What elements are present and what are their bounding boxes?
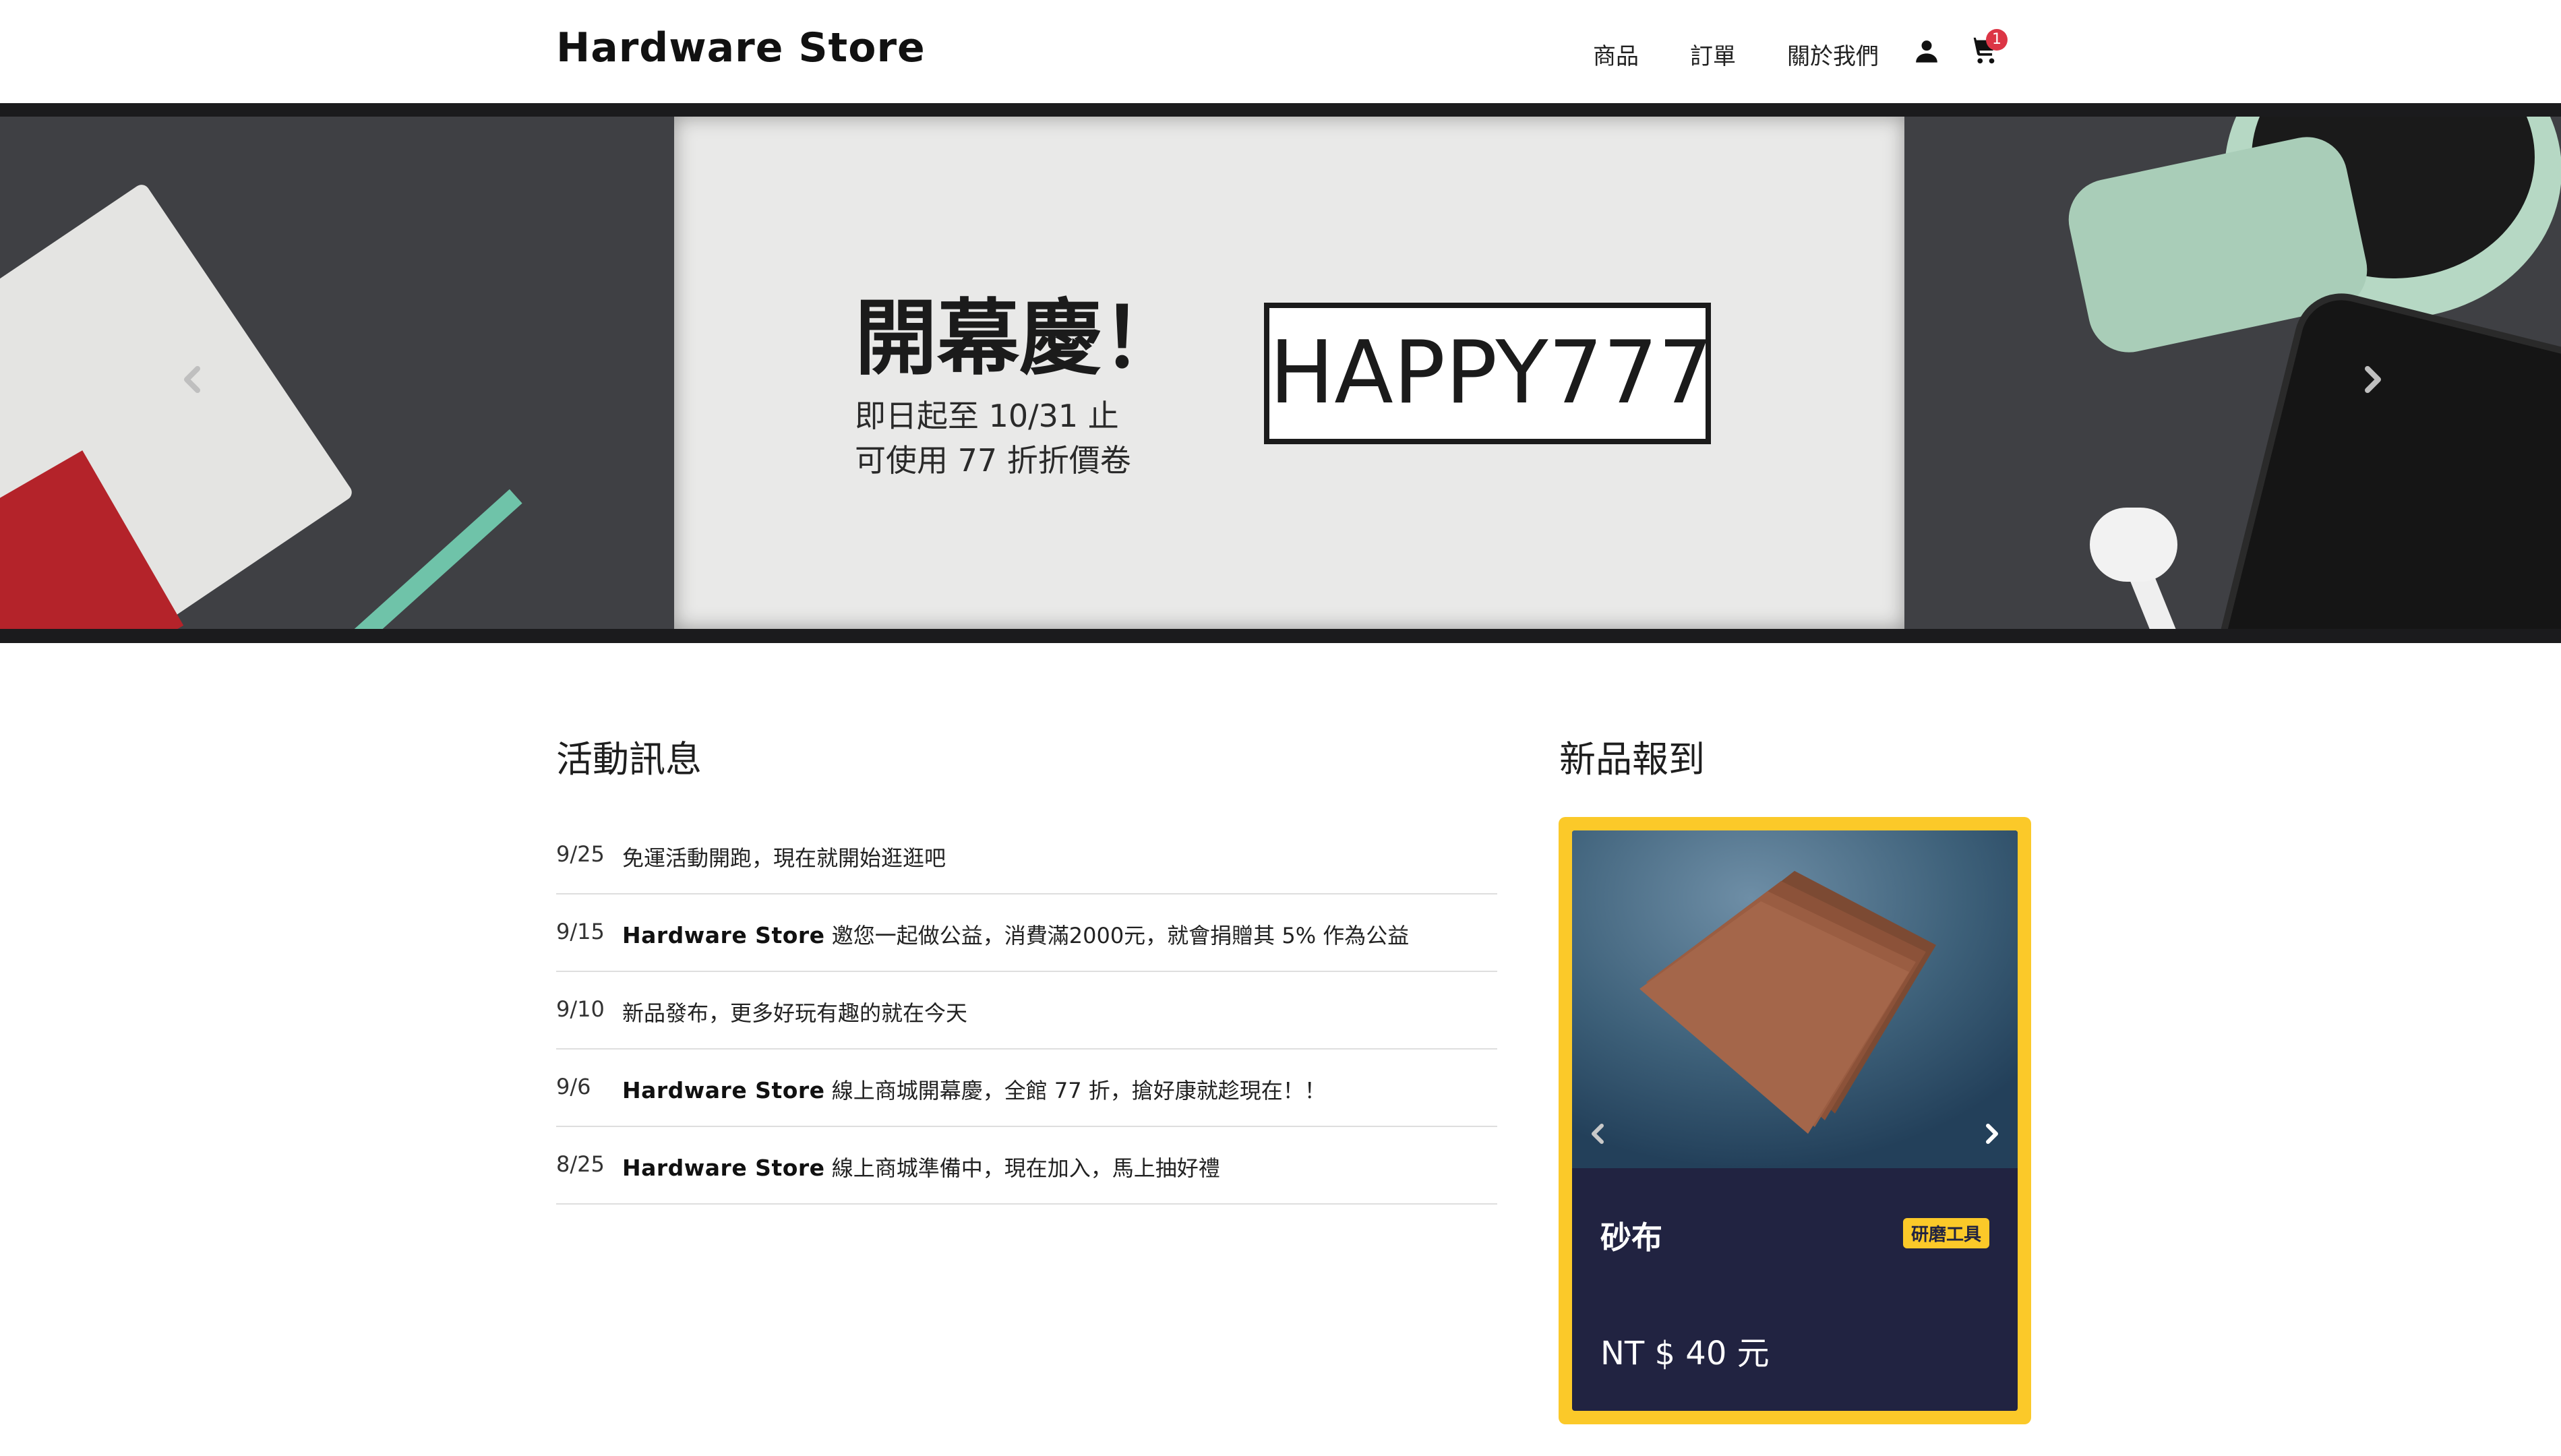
chevron-right-icon xyxy=(1986,1124,1998,1144)
navbar: Hardware Store 商品 訂單 關於我們 1 xyxy=(0,0,2561,103)
news-brand: Hardware Store xyxy=(622,1155,825,1181)
news-item[interactable]: 9/10 新品發布，更多好玩有趣的就在今天 xyxy=(556,972,1497,1050)
new-products-section-title: 新品報到 xyxy=(1559,738,1705,781)
chevron-left-icon xyxy=(1592,1124,1604,1144)
earbud-decoration xyxy=(2090,508,2177,582)
product-category-badge: 研磨工具 xyxy=(1902,1218,1989,1248)
news-text: Hardware Store 邀您一起做公益，消費滿2000元，就會捐贈其 5%… xyxy=(622,919,1409,950)
news-brand: Hardware Store xyxy=(622,922,825,948)
news-text: 新品發布，更多好玩有趣的就在今天 xyxy=(622,996,967,1027)
phone-decoration xyxy=(2193,283,2561,629)
chevron-right-icon xyxy=(2365,366,2381,393)
nav-link-products[interactable]: 商品 xyxy=(1593,38,1639,71)
promo-period: 即日起至 10/31 止 xyxy=(855,398,1119,434)
carousel-prev-button[interactable] xyxy=(172,353,212,406)
pencil-decoration xyxy=(344,489,522,629)
news-body: 新品發布，更多好玩有趣的就在今天 xyxy=(622,1000,968,1026)
promo-description: 可使用 77 折折價卷 xyxy=(855,442,1131,479)
brand-logo[interactable]: Hardware Store xyxy=(556,24,926,71)
news-date: 9/25 xyxy=(556,841,605,867)
news-body: 線上商城準備中，現在加入，馬上抽好禮 xyxy=(824,1155,1220,1181)
coupon-code-box: HAPPY777 xyxy=(1264,303,1713,444)
news-text: 免運活動開跑，現在就開始逛逛吧 xyxy=(622,841,946,872)
news-body: 線上商城開幕慶，全館 77 折，搶好康就趁現在！！ xyxy=(824,1078,1326,1103)
news-date: 9/6 xyxy=(556,1074,591,1099)
nav-link-about[interactable]: 關於我們 xyxy=(1787,38,1879,71)
promo-title: 開幕慶！ xyxy=(855,291,1184,386)
news-item[interactable]: 9/25 免運活動開跑，現在就開始逛逛吧 xyxy=(556,817,1497,894)
news-date: 9/10 xyxy=(556,996,605,1022)
news-list: 9/25 免運活動開跑，現在就開始逛逛吧 9/15 Hardware Store… xyxy=(556,817,1497,1205)
news-text: Hardware Store 線上商城開幕慶，全館 77 折，搶好康就趁現在！！ xyxy=(622,1074,1326,1105)
cart-count-badge: 1 xyxy=(1986,29,2008,51)
product-price: NT $ 40 元 xyxy=(1600,1335,1770,1372)
product-name[interactable]: 砂布 xyxy=(1600,1213,1662,1258)
news-body: 免運活動開跑，現在就開始逛逛吧 xyxy=(622,845,946,871)
news-date: 9/15 xyxy=(556,919,605,944)
product-next-button[interactable] xyxy=(1979,1114,2006,1154)
user-icon[interactable] xyxy=(1913,38,1940,65)
news-date: 8/25 xyxy=(556,1151,605,1177)
news-section-title: 活動訊息 xyxy=(556,738,702,781)
news-item[interactable]: 8/25 Hardware Store 線上商城準備中，現在加入，馬上抽好禮 xyxy=(556,1127,1497,1205)
news-text: Hardware Store 線上商城準備中，現在加入，馬上抽好禮 xyxy=(622,1151,1220,1182)
news-brand: Hardware Store xyxy=(622,1077,825,1103)
news-item[interactable]: 9/6 Hardware Store 線上商城開幕慶，全館 77 折，搶好康就趁… xyxy=(556,1050,1497,1127)
sandpaper-image xyxy=(1572,830,2018,1168)
product-card[interactable]: 砂布 研磨工具 NT $ 40 元 xyxy=(1559,817,2031,1424)
product-image[interactable] xyxy=(1572,830,2018,1168)
hero-carousel: 開幕慶！ 即日起至 10/31 止 可使用 77 折折價卷 HAPPY777 xyxy=(0,103,2561,643)
news-item[interactable]: 9/15 Hardware Store 邀您一起做公益，消費滿2000元，就會捐… xyxy=(556,894,1497,972)
coupon-code: HAPPY777 xyxy=(1269,323,1713,423)
product-card-body: 砂布 研磨工具 NT $ 40 元 xyxy=(1572,830,2018,1411)
news-body: 邀您一起做公益，消費滿2000元，就會捐贈其 5% 作為公益 xyxy=(824,923,1410,948)
chevron-left-icon xyxy=(184,366,200,393)
product-prev-button[interactable] xyxy=(1584,1114,1611,1154)
carousel-next-button[interactable] xyxy=(2353,353,2393,406)
nav-link-orders[interactable]: 訂單 xyxy=(1690,38,1736,71)
